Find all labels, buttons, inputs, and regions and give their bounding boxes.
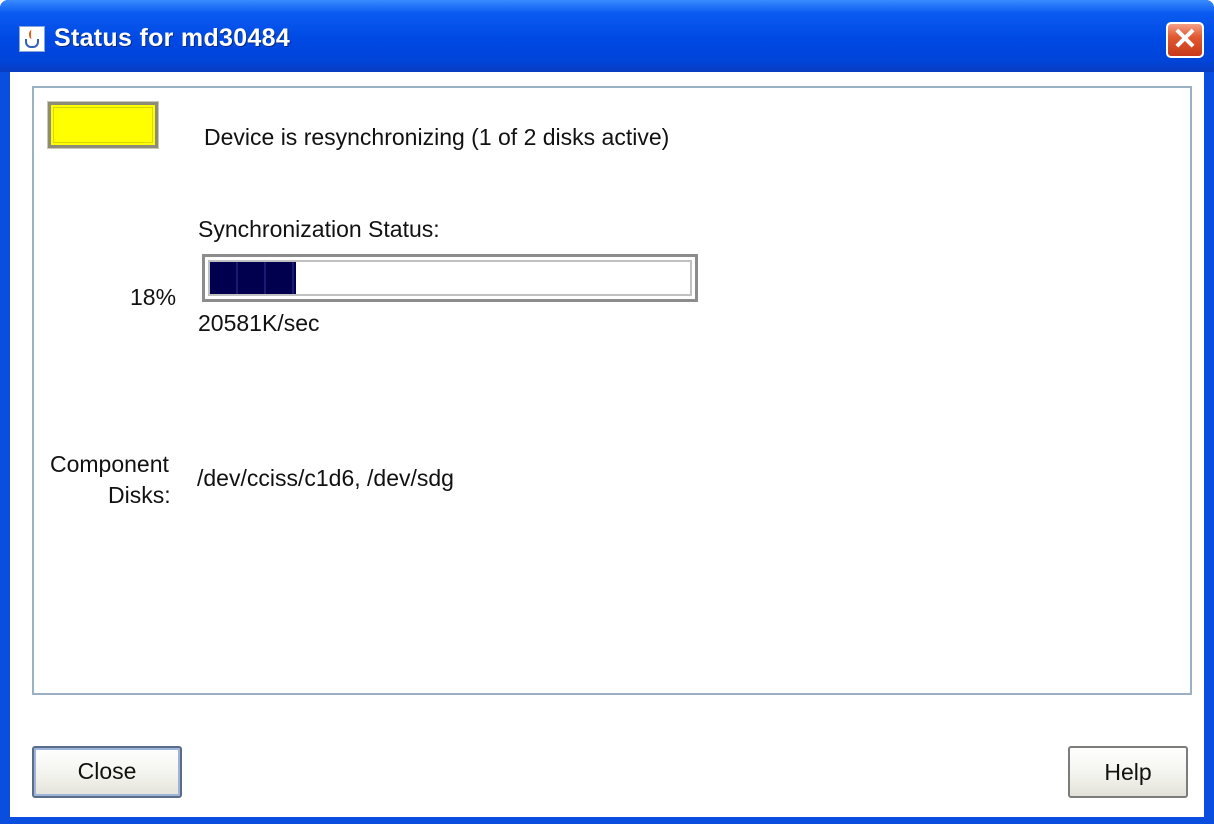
sync-percent: 18%	[130, 284, 177, 310]
java-coffee-cup-icon	[19, 26, 45, 52]
help-button[interactable]: Help	[1068, 746, 1188, 798]
status-message: Device is resynchronizing (1 of 2 disks …	[204, 124, 670, 150]
window-title: Status for md30484	[54, 24, 291, 52]
sync-progress-bar	[202, 254, 698, 302]
sync-status-label: Synchronization Status:	[198, 216, 440, 242]
status-dialog: Status for md30484 ✕ Device is resynchro…	[0, 0, 1214, 824]
close-icon: ✕	[1172, 23, 1198, 56]
sync-rate: 20581K/sec	[198, 310, 320, 336]
component-disks-value: /dev/cciss/c1d6, /dev/sdg	[197, 465, 454, 491]
close-window-button[interactable]: ✕	[1166, 22, 1204, 58]
close-button[interactable]: Close	[32, 746, 182, 798]
title-bar[interactable]: Status for md30484 ✕	[0, 0, 1214, 72]
status-panel: Device is resynchronizing (1 of 2 disks …	[32, 86, 1192, 695]
status-color-indicator	[47, 101, 159, 149]
component-disks-label-line2: Disks:	[108, 482, 171, 508]
sync-progress-fill	[210, 262, 297, 294]
component-disks-label-line1: Component	[50, 451, 169, 477]
dialog-client-area: Device is resynchronizing (1 of 2 disks …	[10, 72, 1204, 817]
